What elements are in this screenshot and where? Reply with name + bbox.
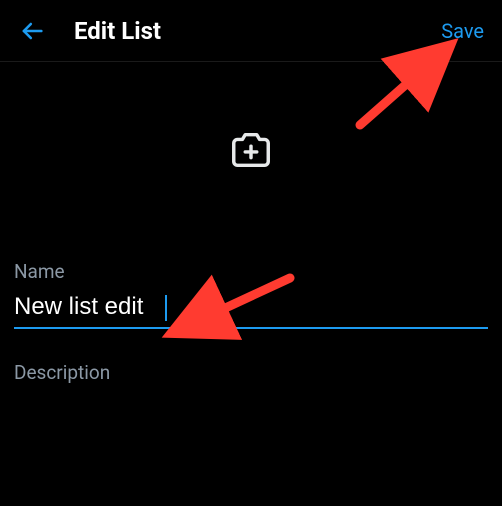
description-label: Description [14,361,488,384]
edit-form: Name Description [0,242,502,426]
back-button[interactable] [18,17,46,45]
page-title: Edit List [74,17,441,45]
save-button[interactable]: Save [441,19,484,43]
name-label: Name [14,260,488,283]
name-input[interactable] [14,293,488,321]
add-photo-button[interactable] [228,127,274,177]
banner-photo-area [0,62,502,242]
text-cursor [165,295,167,321]
header: Edit List Save [0,0,502,62]
description-input[interactable] [14,398,488,426]
description-block: Description [14,361,488,426]
camera-plus-icon [228,127,274,173]
arrow-left-icon [18,17,46,45]
name-input-wrap [14,293,488,329]
